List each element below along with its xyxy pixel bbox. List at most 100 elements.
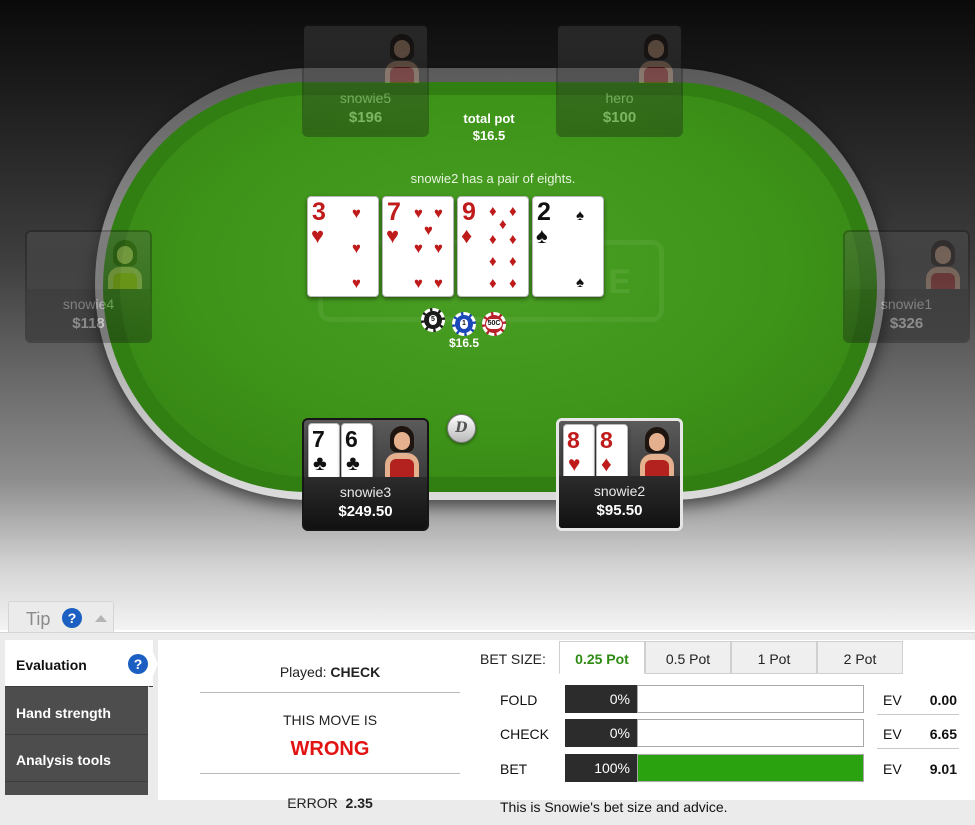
divider xyxy=(877,714,959,715)
nav-active-arrow xyxy=(148,640,158,688)
club-icon: ♣ xyxy=(346,452,360,475)
nav-item-label: Analysis tools xyxy=(16,752,111,768)
action-label-fold: FOLD xyxy=(500,692,538,708)
action-bar-check xyxy=(637,719,864,747)
diamond-icon: ♦ xyxy=(499,216,507,233)
seat-info: hero $100 xyxy=(558,83,681,135)
seat-snowie1[interactable]: snowie1 $326 xyxy=(843,230,970,343)
player-stack: $196 xyxy=(348,109,383,126)
played-value: CHECK xyxy=(330,664,381,680)
board-card-1: 3 ♥ ♥ ♥ ♥ xyxy=(307,196,379,297)
heart-icon: ♥ xyxy=(352,205,361,222)
error-number: 2.35 xyxy=(345,795,373,811)
action-label-bet: BET xyxy=(500,761,528,777)
bet-amount: $16.5 xyxy=(448,336,480,350)
card-rank: 8 xyxy=(567,427,580,453)
bet-size-tab-0-5-pot[interactable]: 0.5 Pot xyxy=(645,641,731,674)
seat-info: snowie4 $118 xyxy=(27,289,150,341)
tip-tab[interactable]: Tip ? xyxy=(8,601,114,633)
tip-side-nav: Evaluation ? Hand strength Analysis tool… xyxy=(5,640,153,795)
chip-5: 5 xyxy=(421,308,445,332)
seat-snowie2[interactable]: 8 ♥ 8 ♦ snowie2 $95.50 xyxy=(556,418,683,531)
chip-50c: 50C xyxy=(482,312,506,336)
player-name: snowie2 xyxy=(593,483,646,499)
bet-size-tab-1-pot[interactable]: 1 Pot xyxy=(731,641,817,674)
chip-1: 1 xyxy=(452,312,476,336)
heart-icon: ♥ xyxy=(352,275,361,292)
heart-icon: ♥ xyxy=(352,240,361,257)
nav-item-label: Hand strength xyxy=(16,705,111,721)
hole-card-2: 6 ♣ xyxy=(341,423,373,480)
diamond-icon: ♦ xyxy=(461,223,473,248)
spade-icon: ♠ xyxy=(576,274,584,291)
heart-icon: ♥ xyxy=(434,275,443,292)
avatar xyxy=(384,426,420,480)
board-card-4: 2 ♠ ♠ ♠ xyxy=(532,196,604,297)
avatar xyxy=(638,34,674,88)
error-label: ERROR xyxy=(287,795,338,811)
card-rank: 9 xyxy=(462,198,476,226)
caret-up-icon[interactable] xyxy=(95,615,107,622)
hole-card-1: 8 ♥ xyxy=(563,424,595,481)
spade-icon: ♠ xyxy=(576,207,584,224)
player-name: snowie3 xyxy=(339,484,392,500)
hole-card-1: 7 ♣ xyxy=(308,423,340,480)
club-icon: ♣ xyxy=(313,452,327,475)
player-name: snowie5 xyxy=(339,90,392,106)
card-rank: 6 xyxy=(345,426,358,452)
bet-size-label: BET SIZE: xyxy=(480,651,546,667)
help-icon[interactable]: ? xyxy=(62,608,82,628)
seat-hero[interactable]: hero $100 xyxy=(556,24,683,137)
total-pot-amount: $16.5 xyxy=(472,128,506,143)
seat-snowie4[interactable]: snowie4 $118 xyxy=(25,230,152,343)
ev-value-check: 6.65 xyxy=(929,726,957,742)
ev-value-fold: 0.00 xyxy=(929,692,957,708)
player-name: snowie4 xyxy=(62,296,115,312)
nav-item-hand-strength[interactable]: Hand strength xyxy=(5,688,148,735)
advice-text: This is Snowie's bet size and advice. xyxy=(500,799,728,815)
seat-info: snowie3 $249.50 xyxy=(304,477,427,529)
ev-value-bet: 9.01 xyxy=(929,761,957,777)
seat-snowie3[interactable]: 7 ♣ 6 ♣ snowie3 $249.50 xyxy=(302,418,429,531)
diamond-icon: ♦ xyxy=(509,253,517,270)
spade-icon: ♠ xyxy=(536,223,548,248)
action-bar-fill xyxy=(638,755,863,781)
help-icon[interactable]: ? xyxy=(128,654,148,674)
hand-message: snowie2 has a pair of eights. xyxy=(410,171,576,186)
heart-icon: ♥ xyxy=(434,240,443,257)
diamond-icon: ♦ xyxy=(489,275,497,292)
hole-card-2: 8 ♦ xyxy=(596,424,628,481)
card-rank: 3 xyxy=(312,198,326,226)
heart-icon: ♥ xyxy=(434,205,443,222)
bet-size-tab-0-25-pot[interactable]: 0.25 Pot xyxy=(559,641,645,674)
bet-size-tab-2-pot[interactable]: 2 Pot xyxy=(817,641,903,674)
card-rank: 2 xyxy=(537,198,551,226)
seat-info: snowie1 $326 xyxy=(845,289,968,341)
dealer-button: D xyxy=(447,414,476,443)
action-bar-fold xyxy=(637,685,864,713)
avatar xyxy=(639,427,675,481)
nav-item-evaluation[interactable]: Evaluation ? xyxy=(5,640,153,687)
seat-info: snowie2 $95.50 xyxy=(559,476,680,528)
seat-info: snowie5 $196 xyxy=(304,83,427,135)
nav-item-analysis-tools[interactable]: Analysis tools xyxy=(5,735,148,782)
seat-snowie5[interactable]: snowie5 $196 xyxy=(302,24,429,137)
player-name: hero xyxy=(605,90,634,106)
ev-label: EV xyxy=(883,692,902,708)
heart-icon: ♥ xyxy=(424,222,433,239)
divider xyxy=(877,748,959,749)
player-stack: $100 xyxy=(602,109,637,126)
verdict: WRONG xyxy=(290,738,370,760)
action-pct-bet: 100% xyxy=(565,754,637,782)
diamond-icon: ♦ xyxy=(489,203,497,220)
diamond-icon: ♦ xyxy=(601,453,612,476)
heart-icon: ♥ xyxy=(414,240,423,257)
poker-table-area: E total pot $16.5 snowie2 has a pair of … xyxy=(0,0,975,630)
nav-item-label: Evaluation xyxy=(16,657,87,673)
diamond-icon: ♦ xyxy=(489,253,497,270)
player-stack: $118 xyxy=(72,315,105,332)
total-pot: total pot $16.5 xyxy=(430,110,548,144)
card-rank: 7 xyxy=(387,198,401,226)
tip-label: Tip xyxy=(26,609,51,629)
board-card-3: 9 ♦ ♦ ♦ ♦ ♦ ♦ ♦ ♦ ♦ ♦ xyxy=(457,196,529,297)
